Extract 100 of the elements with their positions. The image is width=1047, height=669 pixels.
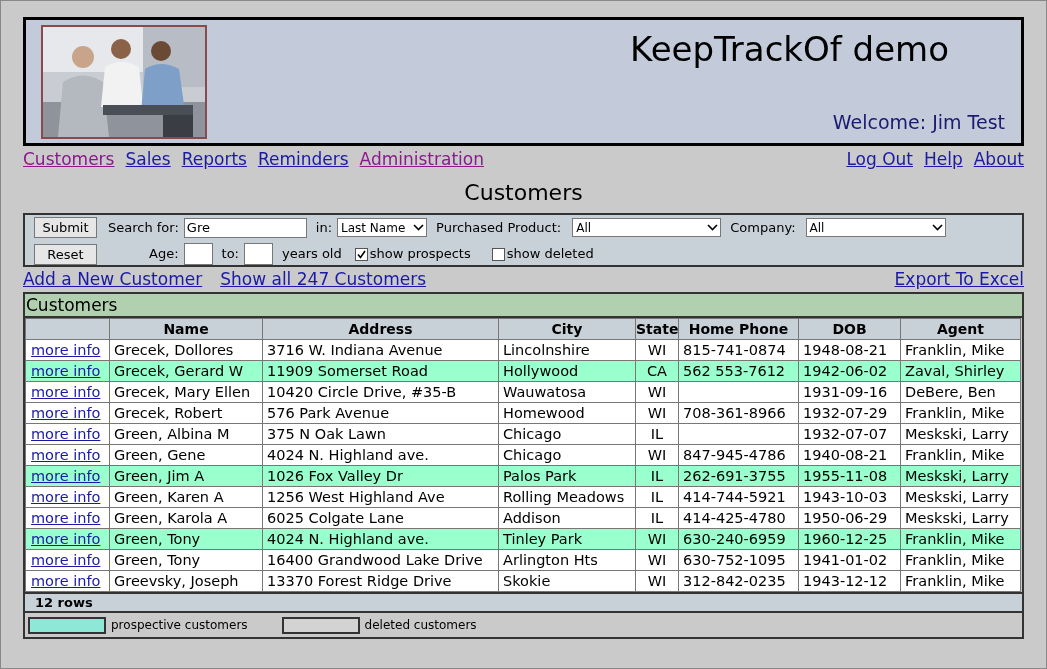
nav-link[interactable]: Customers — [23, 147, 115, 171]
table-cell: 1943-10-03 — [803, 489, 888, 505]
checkbox[interactable] — [491, 247, 505, 261]
table-cell: Franklin, Mike — [905, 342, 1005, 358]
page-title: Customers — [463, 179, 584, 207]
table-cell: Grecek, Gerard W — [114, 363, 244, 379]
chevron-down-icon — [413, 224, 425, 231]
table-cell: Meskski, Larry — [905, 489, 1009, 505]
column-header: Agent — [900, 318, 1021, 340]
table-cell: Franklin, Mike — [905, 447, 1005, 463]
table-cell: 562 553-7612 — [683, 363, 786, 379]
nav-link[interactable]: Help — [923, 147, 963, 171]
table-cell: Meskski, Larry — [905, 468, 1009, 484]
table-cell: WI — [647, 552, 667, 568]
table-cell: 630-240-6959 — [683, 531, 786, 547]
product-dropdown[interactable]: All — [572, 218, 722, 237]
table-cell: 375 N Oak Lawn — [267, 426, 387, 442]
table-cell: Green, Karen A — [114, 489, 224, 505]
table-cell: 4024 N. Highland ave. — [267, 447, 429, 463]
to-label: to: — [221, 245, 239, 264]
table-cell: Rolling Meadows — [503, 489, 625, 505]
nav-link[interactable]: Sales — [125, 147, 171, 171]
age-label: Age: — [149, 245, 179, 264]
table-cell: Green, Tony — [114, 552, 201, 568]
age-from-field[interactable] — [183, 243, 213, 265]
submit-button[interactable]: Submit — [34, 217, 97, 238]
nav-link[interactable]: Reports — [181, 147, 247, 171]
column-header: DOB — [798, 318, 901, 340]
table-cell: Franklin, Mike — [905, 573, 1005, 589]
table-cell: Green, Karola A — [114, 510, 228, 526]
nav-link[interactable]: Administration — [359, 147, 484, 171]
check-icon — [356, 249, 366, 259]
table-cell: DeBere, Ben — [905, 384, 996, 400]
table-cell: 1931-09-16 — [803, 384, 888, 400]
table-cell: WI — [647, 384, 667, 400]
column-header: Home Phone — [678, 318, 799, 340]
table-cell: 1932-07-29 — [803, 405, 888, 421]
table-cell: WI — [647, 531, 667, 547]
table-cell: 1932-07-07 — [803, 426, 888, 442]
nav-link[interactable]: About — [973, 147, 1024, 171]
table-cell: 1256 West Highland Ave — [267, 489, 445, 505]
table-cell: 6025 Colgate Lane — [267, 510, 404, 526]
table-cell: Meskski, Larry — [905, 426, 1009, 442]
table-cell: Green, Albina M — [114, 426, 230, 442]
table-cell: IL — [650, 426, 664, 442]
table-cell: Green, Jim A — [114, 468, 205, 484]
table-cell: Greevsky, Joseph — [114, 573, 239, 589]
age-to-field[interactable] — [243, 243, 273, 265]
table-cell: Green, Tony — [114, 531, 201, 547]
table-cell: 1940-08-21 — [803, 447, 888, 463]
table-cell: WI — [647, 342, 667, 358]
checkbox-label: show prospects — [369, 245, 471, 264]
nav-link[interactable]: Log Out — [846, 147, 913, 171]
table-title: Customers — [25, 294, 1022, 318]
table-cell: 1026 Fox Valley Dr — [267, 468, 403, 484]
table-cell: 11909 Somerset Road — [267, 363, 428, 379]
add-customer-link[interactable]: Add a New Customer — [23, 268, 203, 290]
export-link[interactable]: Export To Excel — [894, 268, 1024, 290]
search-label: Search for: — [108, 218, 179, 237]
table-cell: WI — [647, 573, 667, 589]
table-cell: Skokie — [503, 573, 551, 589]
table-cell: 1955-11-08 — [803, 468, 888, 484]
row-count: 12 rows — [35, 593, 93, 612]
table-cell: Addison — [503, 510, 561, 526]
table-cell: 414-744-5921 — [683, 489, 786, 505]
table-cell: 815-741-0874 — [683, 342, 786, 358]
table-cell: Franklin, Mike — [905, 531, 1005, 547]
legend-label: prospective customers — [111, 617, 248, 634]
reset-button[interactable]: Reset — [34, 243, 97, 265]
company-dropdown[interactable]: All — [805, 218, 946, 237]
table-cell: IL — [650, 468, 664, 484]
column-header: Name — [109, 318, 263, 340]
table-cell: Grecek, Mary Ellen — [114, 384, 251, 400]
in-label: in: — [315, 218, 333, 237]
table-cell: 1960-12-25 — [803, 531, 888, 547]
table-cell: Arlington Hts — [503, 552, 598, 568]
table-cell: IL — [650, 510, 664, 526]
table-cell: IL — [650, 489, 664, 505]
table-cell: 1948-08-21 — [803, 342, 888, 358]
checkbox[interactable] — [354, 247, 368, 261]
table-cell: 10420 Circle Drive, #35-B — [267, 384, 457, 400]
search-field-dropdown[interactable]: Last Name — [337, 218, 428, 237]
column-header: State — [635, 318, 679, 340]
table-cell: 414-425-4780 — [683, 510, 786, 526]
show-all-link[interactable]: Show all 247 Customers — [220, 268, 427, 290]
search-field[interactable]: Gre — [183, 217, 307, 238]
nav-link[interactable]: Reminders — [257, 147, 349, 171]
table-cell: Tinley Park — [503, 531, 583, 547]
column-header: City — [498, 318, 636, 340]
table-cell: 312-842-0235 — [683, 573, 786, 589]
table-cell: Hollywood — [503, 363, 579, 379]
table-cell: Franklin, Mike — [905, 405, 1005, 421]
table-cell: Zaval, Shirley — [905, 363, 1005, 379]
table-cell: 1943-12-12 — [803, 573, 888, 589]
table-cell: CA — [646, 363, 667, 379]
table-cell: Franklin, Mike — [905, 552, 1005, 568]
table-cell: 1942-06-02 — [803, 363, 888, 379]
welcome-text: Welcome: Jim Test — [832, 109, 1005, 135]
table-cell: Green, Gene — [114, 447, 206, 463]
years-label: years old — [281, 245, 342, 264]
